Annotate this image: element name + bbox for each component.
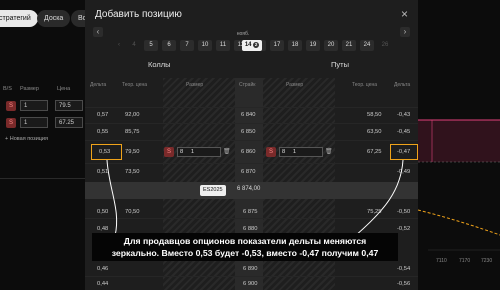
price-input[interactable]: 79.5 <box>55 100 83 111</box>
price-input[interactable]: 67.25 <box>55 117 83 128</box>
axis-tick: 7170 <box>459 258 471 264</box>
size-input[interactable]: 1 <box>20 117 48 128</box>
sell-badge[interactable]: S <box>6 118 16 128</box>
tab-strategies[interactable]: стратегий <box>0 10 38 27</box>
size-input[interactable]: 1 <box>20 100 48 111</box>
caption: Для продавцов опционов показатели дельты… <box>92 233 398 261</box>
new-position-link[interactable]: + Новая позиция <box>5 136 48 142</box>
header-price: Цена <box>57 86 71 92</box>
axis-tick: 7230 <box>481 258 493 264</box>
divider <box>0 178 85 179</box>
sell-badge[interactable]: S <box>6 101 16 111</box>
header-size: Размер <box>20 86 39 92</box>
axis-tick: 7110 <box>436 258 447 264</box>
caption-line-2: зеркально. Вместо 0,53 будет -0,53, вмес… <box>111 248 379 258</box>
tab-board[interactable]: Доска <box>37 10 71 27</box>
header-bs: В/S <box>3 86 12 92</box>
caption-line-1: Для продавцов опционов показатели дельты… <box>123 236 367 246</box>
